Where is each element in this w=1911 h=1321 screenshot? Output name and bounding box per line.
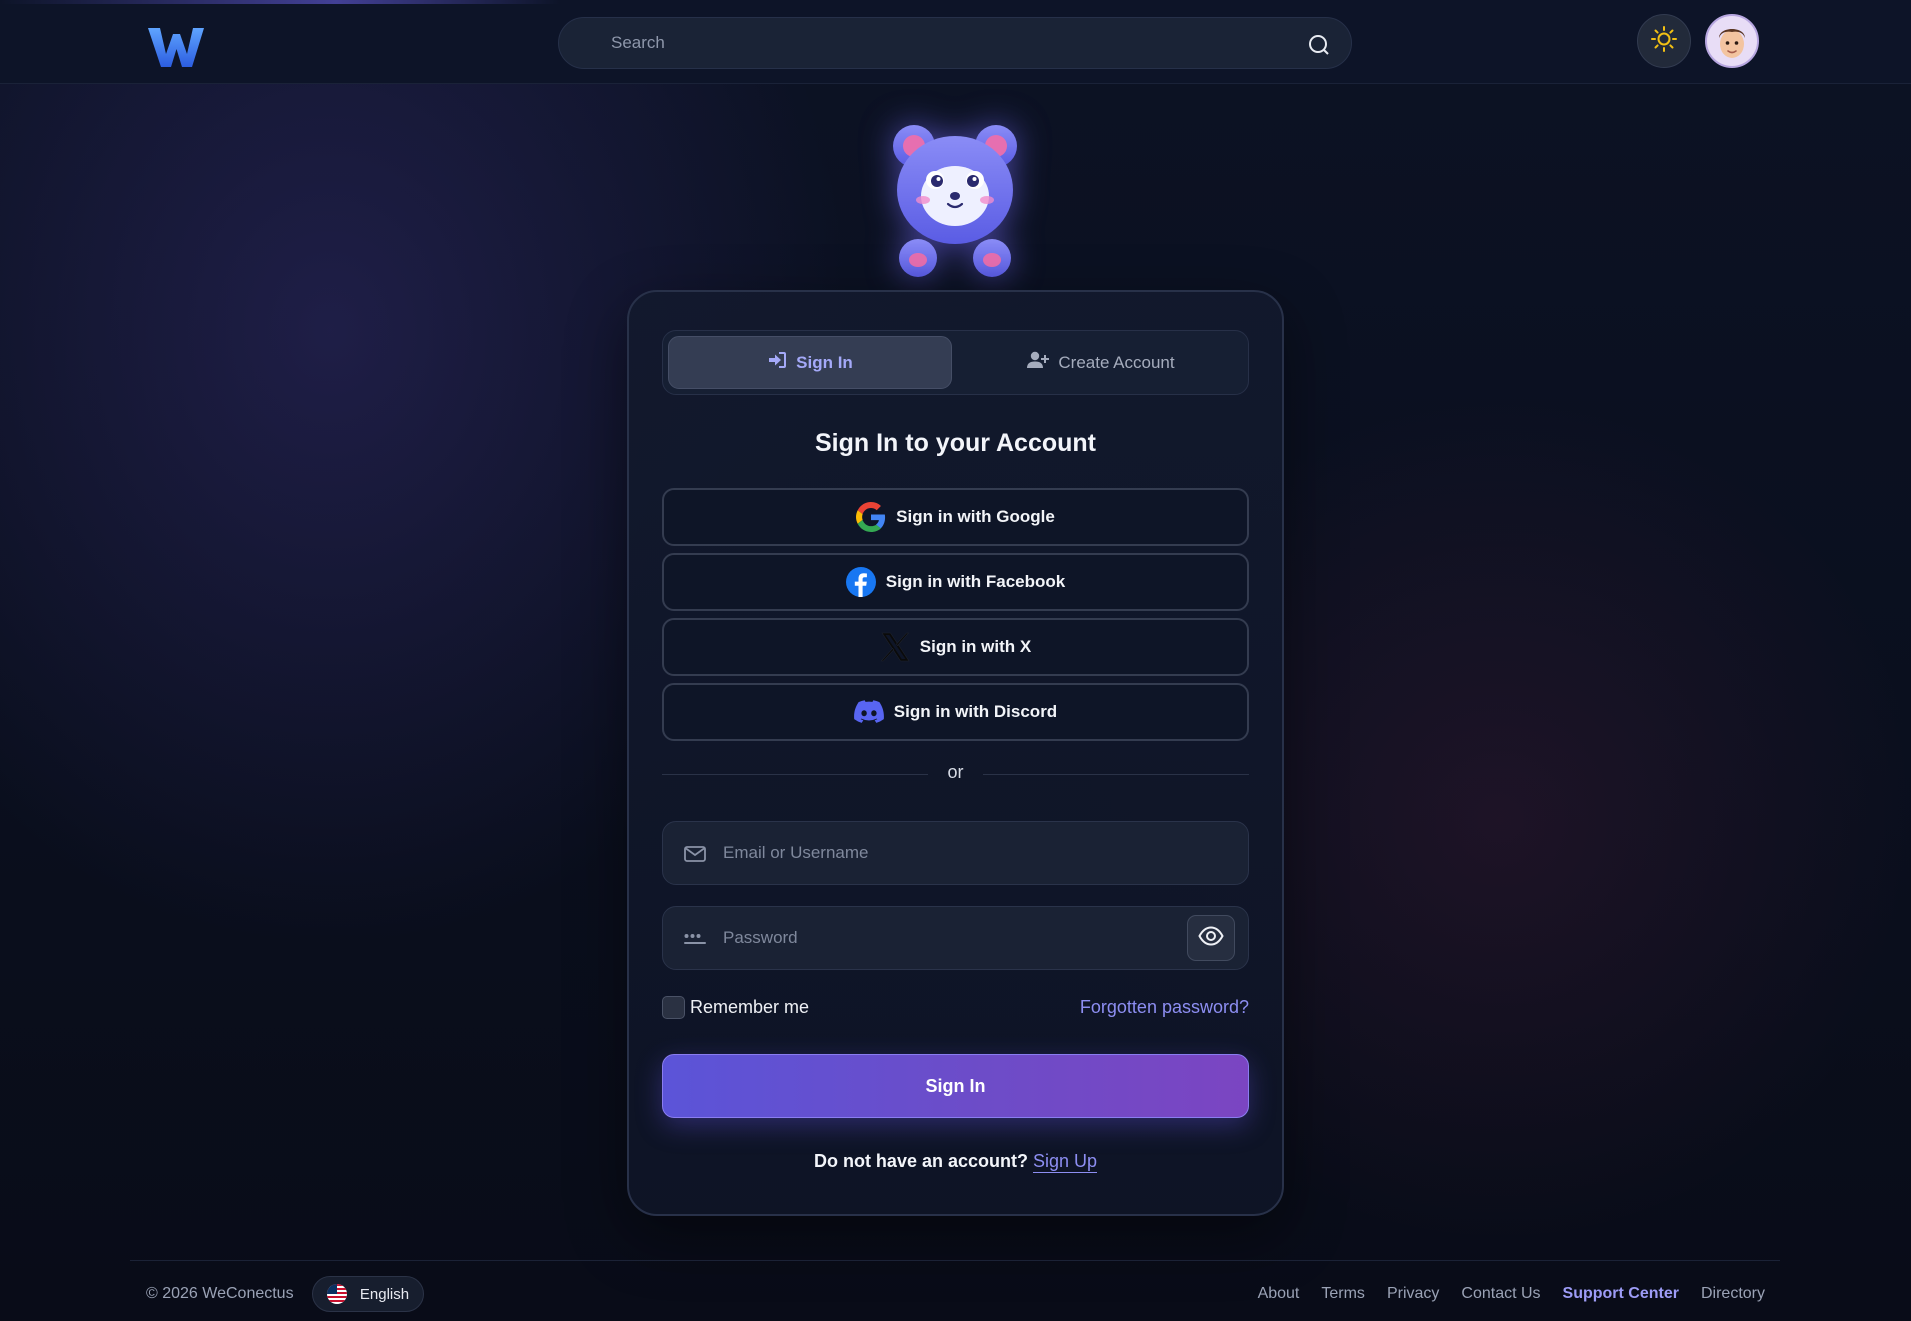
tab-create-account[interactable]: Create Account — [958, 336, 1244, 389]
eye-icon — [1198, 923, 1224, 954]
user-avatar[interactable] — [1705, 14, 1759, 68]
remember-me-label: Remember me — [690, 997, 810, 1017]
search-icon[interactable] — [1307, 33, 1331, 57]
search-bar[interactable] — [558, 17, 1352, 69]
footer-link-directory[interactable]: Directory — [1701, 1285, 1765, 1303]
sun-icon — [1650, 25, 1678, 58]
tab-create-account-label: Create Account — [1058, 352, 1175, 372]
show-password-button[interactable] — [1187, 915, 1235, 961]
google-signin-label: Sign in with Google — [896, 507, 1055, 526]
email-input[interactable] — [723, 822, 1163, 884]
footer-links: About Terms Privacy Contact Us Support C… — [1258, 1285, 1765, 1303]
forgot-password-link[interactable]: Forgotten password? — [1080, 997, 1249, 1018]
facebook-signin-label: Sign in with Facebook — [885, 572, 1066, 591]
footer-link-contact[interactable]: Contact Us — [1461, 1285, 1540, 1303]
footer-link-support-center[interactable]: Support Center — [1563, 1285, 1679, 1303]
header-glow — [0, 0, 560, 4]
weconectus-logo-icon[interactable] — [146, 24, 206, 70]
language-label: English — [359, 1285, 410, 1303]
top-header — [0, 0, 1911, 84]
signup-prompt: Do not have an account? Sign Up — [629, 1151, 1282, 1173]
signin-card: Sign In Create Account Sign In to your A… — [627, 290, 1284, 1216]
or-divider: or — [662, 762, 1249, 786]
tab-sign-in[interactable]: Sign In — [668, 336, 952, 389]
auth-tabs: Sign In Create Account — [662, 330, 1249, 395]
remember-me-checkbox[interactable] — [662, 996, 685, 1019]
copyright-text: © 2026 WeConectus — [146, 1285, 294, 1302]
discord-icon — [853, 697, 884, 727]
bear-mascot-icon — [880, 118, 1030, 278]
remember-me[interactable]: Remember me — [662, 996, 809, 1019]
password-dots-icon — [683, 927, 707, 951]
password-input[interactable] — [723, 907, 1163, 969]
facebook-icon — [845, 567, 876, 597]
language-selector-button[interactable]: English — [312, 1276, 424, 1312]
divider-text: or — [947, 762, 964, 782]
no-account-text: Do not have an account? — [813, 1151, 1028, 1171]
user-plus-icon — [1027, 351, 1058, 374]
tab-sign-in-label: Sign In — [796, 352, 853, 372]
page-title: Sign In to your Account — [814, 429, 1096, 457]
footer-link-about[interactable]: About — [1258, 1285, 1300, 1303]
password-field[interactable] — [662, 906, 1249, 970]
x-signin-button[interactable]: Sign in with X — [662, 618, 1249, 676]
footer-link-privacy[interactable]: Privacy — [1387, 1285, 1439, 1303]
sign-in-button[interactable]: Sign In — [662, 1054, 1249, 1118]
discord-signin-label: Sign in with Discord — [893, 702, 1058, 721]
sign-in-arrow-icon — [767, 351, 796, 374]
facebook-signin-button[interactable]: Sign in with Facebook — [662, 553, 1249, 611]
footer-link-terms[interactable]: Terms — [1321, 1285, 1365, 1303]
email-field[interactable] — [662, 821, 1249, 885]
google-icon — [856, 502, 886, 532]
avatar-face-icon — [1719, 29, 1745, 58]
discord-signin-button[interactable]: Sign in with Discord — [662, 683, 1249, 741]
x-signin-label: Sign in with X — [919, 637, 1032, 656]
theme-toggle-button[interactable] — [1637, 14, 1691, 68]
search-input[interactable] — [611, 18, 1271, 68]
sign-up-link[interactable]: Sign Up — [1033, 1151, 1098, 1173]
google-signin-button[interactable]: Sign in with Google — [662, 488, 1249, 546]
us-flag-icon — [326, 1284, 347, 1304]
mail-icon — [683, 842, 707, 866]
x-icon — [880, 632, 910, 662]
footer-divider — [130, 1260, 1780, 1261]
